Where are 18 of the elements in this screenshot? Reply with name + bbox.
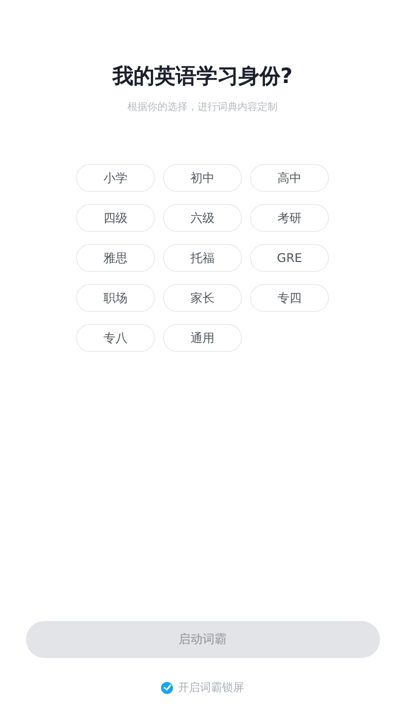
checkbox-label: 开启词霸锁屏 <box>178 680 244 695</box>
page-subtitle: 根据你的选择，进行词典内容定制 <box>128 100 278 114</box>
option-chip[interactable]: 考研 <box>250 204 329 232</box>
option-chip[interactable]: 高中 <box>250 164 329 192</box>
option-chip[interactable]: 六级 <box>163 204 242 232</box>
option-chip[interactable]: 专四 <box>250 284 329 312</box>
option-chip[interactable]: GRE <box>250 244 329 272</box>
option-chip[interactable]: 雅思 <box>76 244 155 272</box>
checkbox[interactable] <box>161 682 173 694</box>
option-chip[interactable]: 专八 <box>76 324 155 352</box>
option-chip[interactable]: 托福 <box>163 244 242 272</box>
option-chip[interactable]: 通用 <box>163 324 242 352</box>
option-chip[interactable]: 四级 <box>76 204 155 232</box>
option-chip[interactable]: 初中 <box>163 164 242 192</box>
option-chip[interactable]: 家长 <box>163 284 242 312</box>
page-title: 我的英语学习身份? <box>112 63 293 90</box>
option-chip[interactable]: 小学 <box>76 164 155 192</box>
option-chip[interactable]: 职场 <box>76 284 155 312</box>
